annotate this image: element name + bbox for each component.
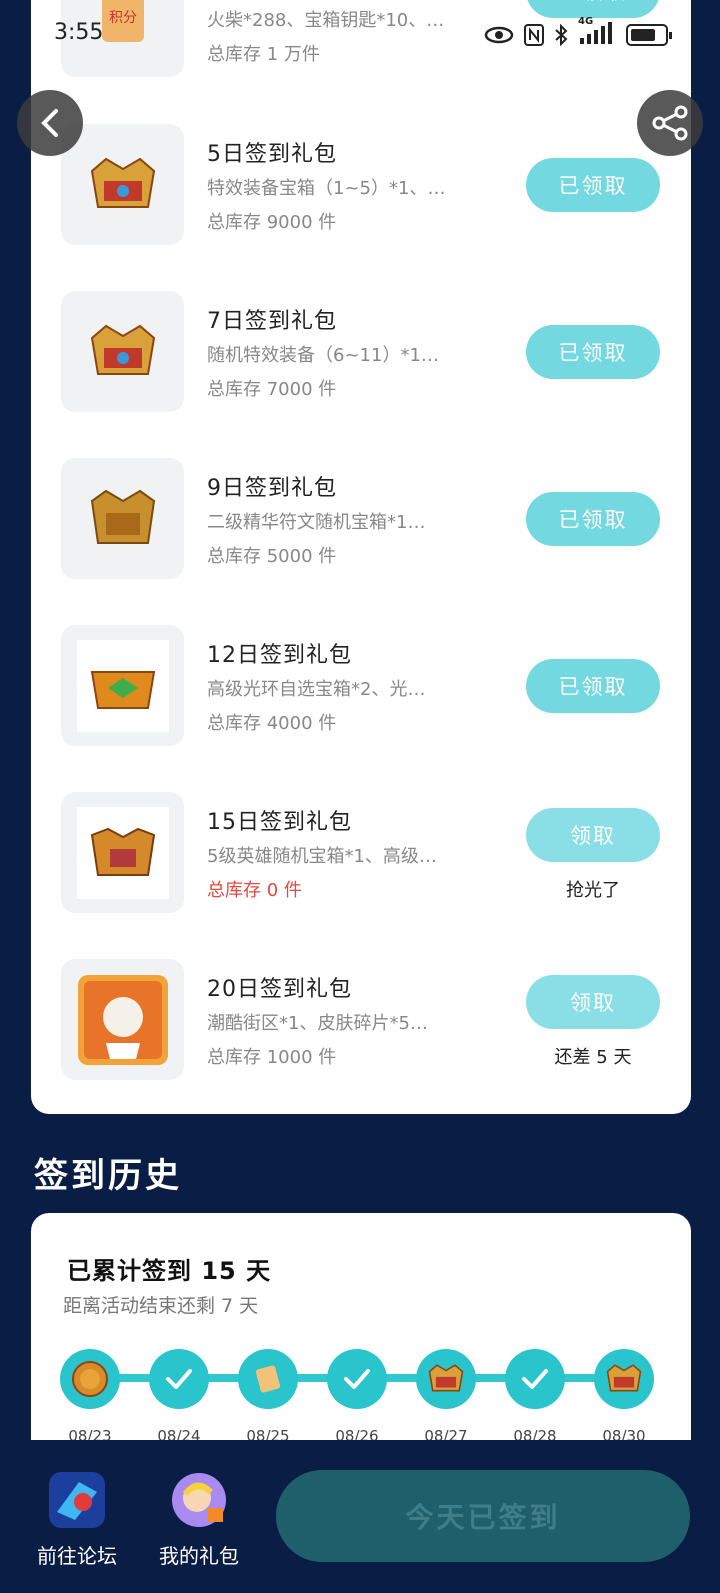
gift-stock: 总库存 1000 件 xyxy=(207,1047,337,1068)
gift-thumbnail xyxy=(61,291,184,412)
gift-stock-empty: 总库存 0 件 xyxy=(207,880,302,901)
claimed-button[interactable]: 已领取 xyxy=(526,492,660,546)
gift-row-day5: 5日签到礼包 特效装备宝箱（1~5）*1、… 总库存 9000 件 已领取 xyxy=(31,122,691,246)
golden-chest-icon xyxy=(90,489,155,544)
gift-stock: 总库存 9000 件 xyxy=(207,212,337,233)
check-icon xyxy=(344,1369,370,1389)
gift-title: 7日签到礼包 xyxy=(207,309,337,334)
gift-desc: 高级光环自选宝箱*2、光… xyxy=(207,679,426,700)
day-node-checked xyxy=(505,1349,565,1409)
gift-row-day12: 12日签到礼包 高级光环自选宝箱*2、光… 总库存 4000 件 已领取 xyxy=(31,623,691,747)
eye-icon xyxy=(484,26,514,44)
sold-out-note: 抢光了 xyxy=(566,880,620,901)
claimed-button[interactable]: 已领取 xyxy=(526,325,660,379)
gift-desc: 二级精华符文随机宝箱*1… xyxy=(207,512,426,533)
gift-row-day7: 7日签到礼包 随机特效装备（6~11）*1… 总库存 7000 件 已领取 xyxy=(31,289,691,413)
gift-thumbnail xyxy=(61,458,184,579)
game-app-icon xyxy=(49,1472,105,1528)
claim-button[interactable]: 领取 xyxy=(526,975,660,1029)
gift-thumbnail xyxy=(61,124,184,245)
gift-stock: 总库存 7000 件 xyxy=(207,379,337,400)
day-node-chest xyxy=(594,1349,654,1409)
gift-stock: 总库存 5000 件 xyxy=(207,546,337,567)
coin-icon xyxy=(72,1361,108,1397)
claim-button[interactable]: 领取 xyxy=(526,808,660,862)
total-sign-days: 已累计签到 15 天 xyxy=(67,1257,272,1285)
skin-portrait-icon xyxy=(77,974,168,1065)
signal-icon: 4G xyxy=(578,16,616,48)
treasure-chest-icon xyxy=(606,1364,642,1392)
claimed-button[interactable]: 已领取 xyxy=(526,659,660,713)
gift-desc: 随机特效装备（6~11）*1… xyxy=(207,345,439,366)
forum-label: 前往论坛 xyxy=(37,1544,117,1568)
gift-stock: 总库存 1 万件 xyxy=(207,44,320,65)
gift-row-day9: 9日签到礼包 二级精华符文随机宝箱*1… 总库存 5000 件 已领取 xyxy=(31,456,691,580)
gift-desc: 潮酷街区*1、皮肤碎片*5… xyxy=(207,1013,428,1034)
my-gifts-link[interactable]: 我的礼包 xyxy=(149,1472,249,1569)
bottom-action-bar: 前往论坛 我的礼包 今天已签到 xyxy=(0,1440,720,1593)
gift-desc: 5级英雄随机宝箱*1、高级… xyxy=(207,846,437,867)
gift-thumbnail xyxy=(61,959,184,1080)
hero-chest-icon xyxy=(90,827,155,876)
day-node-scroll xyxy=(238,1349,298,1409)
my-gifts-label: 我的礼包 xyxy=(159,1544,239,1568)
share-button[interactable] xyxy=(637,90,703,156)
aura-chest-icon xyxy=(90,670,155,709)
status-time: 3:55 xyxy=(54,20,104,45)
gift-title: 5日签到礼包 xyxy=(207,142,337,167)
battery-icon xyxy=(626,24,672,46)
days-until-end: 距离活动结束还剩 7 天 xyxy=(63,1295,259,1317)
points-scroll-icon xyxy=(255,1365,281,1393)
signed-today-button[interactable]: 今天已签到 xyxy=(276,1470,690,1562)
gift-row-day15: 15日签到礼包 5级英雄随机宝箱*1、高级… 总库存 0 件 领取 抢光了 xyxy=(31,790,691,914)
forum-link[interactable]: 前往论坛 xyxy=(27,1472,127,1569)
treasure-chest-icon xyxy=(90,157,155,208)
check-icon xyxy=(522,1369,548,1389)
gift-stock: 总库存 4000 件 xyxy=(207,713,337,734)
gift-row-day20: 20日签到礼包 潮酷街区*1、皮肤碎片*5… 总库存 1000 件 领取 还差 … xyxy=(31,957,691,1081)
gift-title: 15日签到礼包 xyxy=(207,810,352,835)
check-icon xyxy=(166,1369,192,1389)
treasure-chest-icon xyxy=(428,1364,464,1392)
days-remaining-note: 还差 5 天 xyxy=(554,1047,632,1068)
treasure-chest-icon xyxy=(90,324,155,375)
gift-avatar-icon xyxy=(172,1473,226,1527)
gift-thumbnail xyxy=(61,625,184,746)
gift-title: 20日签到礼包 xyxy=(207,977,352,1002)
gift-image-frame xyxy=(76,806,169,899)
status-icons: 4G xyxy=(484,16,672,52)
day-node-checked xyxy=(327,1349,387,1409)
gift-desc: 火柴*288、宝箱钥匙*10、… xyxy=(207,10,445,31)
gift-list-card: 积分 火柴*288、宝箱钥匙*10、… 总库存 1 万件 已领取 5日签到礼包 … xyxy=(31,0,691,1114)
back-button[interactable] xyxy=(17,90,83,156)
section-title-history: 签到历史 xyxy=(34,1156,182,1196)
gift-title: 9日签到礼包 xyxy=(207,476,337,501)
day-node-chest xyxy=(416,1349,476,1409)
share-icon xyxy=(652,105,688,141)
day-node-checked xyxy=(149,1349,209,1409)
claimed-button[interactable]: 已领取 xyxy=(526,158,660,212)
chevron-left-icon xyxy=(41,109,58,137)
gift-desc: 特效装备宝箱（1~5）*1、… xyxy=(207,178,446,199)
gift-thumbnail xyxy=(61,792,184,913)
bluetooth-icon xyxy=(555,24,568,46)
svg-text:积分: 积分 xyxy=(109,10,137,26)
gift-image-frame xyxy=(76,639,169,732)
nfc-icon xyxy=(524,24,544,46)
gift-title: 12日签到礼包 xyxy=(207,643,352,668)
day-node-coin xyxy=(60,1349,120,1409)
network-label: 4G xyxy=(578,16,594,27)
sign-history-card: 已累计签到 15 天 距离活动结束还剩 7 天 08/23 08/24 08/2… xyxy=(31,1213,691,1473)
